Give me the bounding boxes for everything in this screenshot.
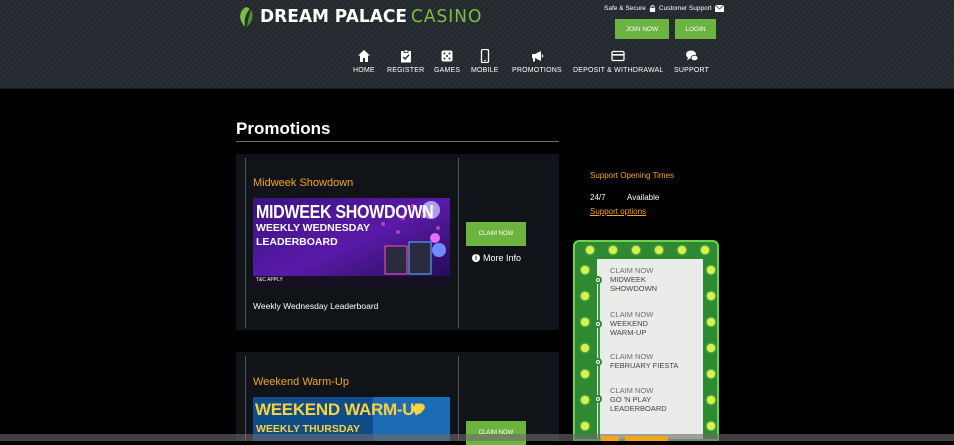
- top-links: Safe & Secure Customer Support: [604, 5, 724, 12]
- marquee-bulb: [581, 422, 589, 430]
- promo-card-midweek-showdown: Midweek Showdown MIDWEEK SHOWDOWN WEEKLY…: [236, 154, 559, 330]
- bottom-tab-left[interactable]: [601, 436, 619, 441]
- card-divider-left: [245, 158, 246, 328]
- join-now-button[interactable]: JOIN NOW: [615, 19, 669, 39]
- marquee-bulb: [707, 396, 715, 404]
- nav-label-home: HOME: [353, 67, 375, 74]
- envelope-icon: [714, 5, 724, 12]
- logo-text: DREAM PALACE CASINO: [260, 6, 483, 28]
- site-header: DREAM PALACE CASINO Safe & Secure Custome…: [0, 0, 954, 89]
- nav-item-mobile[interactable]: MOBILE: [471, 49, 499, 74]
- marquee-bulb: [581, 318, 589, 326]
- bottom-tab-right[interactable]: [625, 436, 668, 441]
- dice-icon: [441, 50, 453, 62]
- bottom-scroll-bar: [0, 434, 954, 441]
- home-icon: [357, 50, 370, 62]
- marquee-bulb: [586, 246, 594, 254]
- marquee-bulb: [701, 246, 709, 254]
- marquee-bulb: [707, 318, 715, 326]
- nav-item-promotions[interactable]: PROMOTIONS: [512, 49, 562, 74]
- banner-headline: WEEKEND WARM-UP: [255, 400, 426, 419]
- marquee-bulb: [707, 292, 715, 300]
- support-hours: 24/7: [590, 193, 606, 202]
- promo-description: Weekly Wednesday Leaderboard: [253, 301, 379, 311]
- claim-now-button[interactable]: CLAIM NOW: [466, 222, 526, 246]
- support-availability: Available: [627, 193, 660, 202]
- card-divider-left: [245, 356, 246, 441]
- nav-label-promotions: PROMOTIONS: [512, 67, 562, 74]
- promo-title: Weekend Warm-Up: [253, 376, 349, 388]
- marquee-bulb: [707, 344, 715, 352]
- support-options-link[interactable]: Support options: [590, 207, 646, 216]
- marquee-bulb: [707, 266, 715, 274]
- nav-label-support: SUPPORT: [674, 67, 710, 74]
- timeline-dot-icon: [594, 395, 602, 403]
- lock-icon: [649, 5, 656, 12]
- card-divider-right: [458, 158, 459, 328]
- more-info-link[interactable]: i More Info: [472, 253, 521, 263]
- ticker-item-go-n-play[interactable]: CLAIM NOW GO 'N PLAY LEADERBOARD: [610, 386, 667, 413]
- chat-bubbles-icon: [685, 50, 698, 62]
- nav-item-register[interactable]: REGISTER: [387, 49, 424, 74]
- login-button[interactable]: LOGIN: [675, 19, 716, 39]
- banner-headline: MIDWEEK SHOWDOWN: [256, 203, 434, 223]
- timeline-dot-icon: [594, 276, 602, 284]
- nav-item-home[interactable]: HOME: [353, 49, 375, 74]
- ticker-item-weekend-warm-up[interactable]: CLAIM NOW WEEKEND WARM-UP: [610, 310, 653, 337]
- megaphone-icon: [531, 51, 544, 62]
- customer-support-link[interactable]: Customer Support: [659, 5, 712, 12]
- claim-now-button[interactable]: CLAIM NOW: [466, 421, 526, 445]
- banner-subline: WEEKLY WEDNESDAY: [256, 222, 370, 234]
- promo-ticker-marquee: CLAIM NOW MIDWEEK SHOWDOWN CLAIM NOW WEEK…: [573, 240, 719, 441]
- info-icon: i: [472, 254, 480, 262]
- promo-banner-midweek[interactable]: MIDWEEK SHOWDOWN WEEKLY WEDNESDAY LEADER…: [253, 198, 450, 288]
- leaf-logo-icon: [240, 7, 253, 27]
- nav-label-register: REGISTER: [387, 67, 425, 74]
- nav-label-mobile: MOBILE: [471, 67, 499, 74]
- nav-item-games[interactable]: GAMES: [434, 49, 460, 74]
- banner-subline-2: LEADERBOARD: [256, 236, 338, 248]
- site-logo[interactable]: DREAM PALACE CASINO: [236, 5, 482, 29]
- marquee-bulb: [707, 422, 715, 430]
- marquee-bulb: [655, 246, 663, 254]
- safe-secure-label: Safe & Secure: [604, 5, 646, 12]
- support-title: Support Opening Times: [590, 171, 675, 180]
- card-divider-right: [458, 356, 459, 441]
- marquee-bulb: [632, 246, 640, 254]
- nav-item-deposit-withdrawal[interactable]: DEPOSIT & WITHDRAWAL: [573, 49, 663, 74]
- ticker-item-midweek-showdown[interactable]: CLAIM NOW MIDWEEK SHOWDOWN: [610, 266, 657, 293]
- promo-title: Midweek Showdown: [253, 177, 354, 189]
- marquee-bulb: [581, 292, 589, 300]
- banner-tc: T&C APPLY: [256, 277, 283, 283]
- more-info-label: More Info: [483, 253, 522, 263]
- marquee-bulb: [707, 370, 715, 378]
- marquee-bulb: [678, 246, 686, 254]
- promo-card-weekend-warm-up: Weekend Warm-Up WEEKEND WARM-UP WEEKLY T…: [236, 352, 559, 445]
- ticker-item-february-fiesta[interactable]: CLAIM NOW FEBRUARY FIESTA: [610, 352, 678, 370]
- marquee-bulb: [581, 266, 589, 274]
- nav-label-games: GAMES: [434, 67, 461, 74]
- page-title: Promotions: [236, 119, 331, 138]
- nav-label-deposit-withdrawal: DEPOSIT & WITHDRAWAL: [573, 67, 664, 74]
- clipboard-check-icon: [400, 49, 411, 63]
- marquee-bulb: [581, 370, 589, 378]
- timeline-dot-icon: [594, 358, 602, 366]
- marquee-bulb: [609, 246, 617, 254]
- nav-item-support[interactable]: SUPPORT: [674, 49, 709, 74]
- title-divider: [236, 141, 559, 142]
- marquee-bulb: [581, 396, 589, 404]
- marquee-bulb: [581, 344, 589, 352]
- timeline-dot-icon: [594, 320, 602, 328]
- mobile-icon: [480, 49, 489, 63]
- credit-card-icon: [611, 50, 625, 62]
